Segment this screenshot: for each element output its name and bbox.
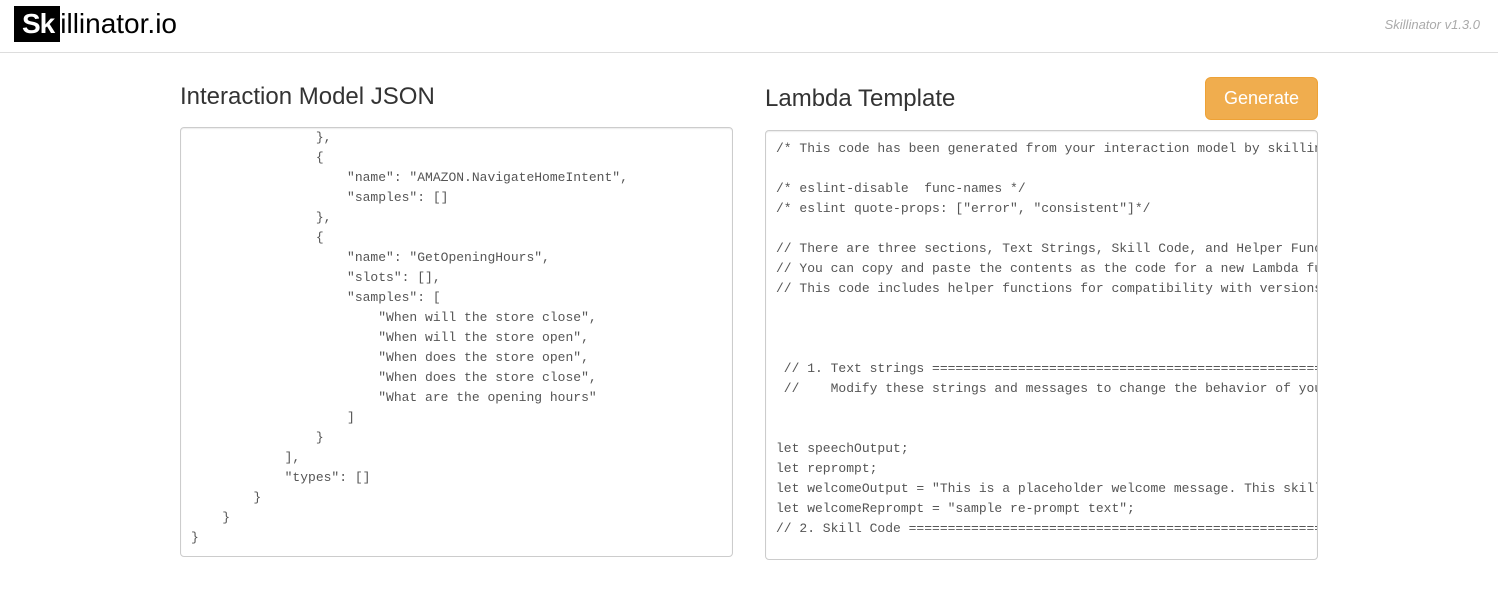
- right-column: Lambda Template Generate: [765, 77, 1318, 565]
- logo[interactable]: Skillinator.io: [14, 6, 177, 42]
- generate-button[interactable]: Generate: [1205, 77, 1318, 120]
- lambda-template-textarea[interactable]: [765, 130, 1318, 560]
- logo-prefix: Sk: [14, 6, 60, 42]
- logo-suffix: illinator.io: [60, 8, 177, 40]
- interaction-model-textarea[interactable]: [180, 127, 733, 557]
- left-column-header: Interaction Model JSON: [180, 77, 733, 117]
- right-column-header: Lambda Template Generate: [765, 77, 1318, 120]
- main-container: Interaction Model JSON Lambda Template G…: [0, 53, 1498, 585]
- header-bar: Skillinator.io Skillinator v1.3.0: [0, 0, 1498, 53]
- version-label: Skillinator v1.3.0: [1385, 17, 1480, 32]
- interaction-model-title: Interaction Model JSON: [180, 83, 435, 111]
- left-column: Interaction Model JSON: [180, 77, 733, 565]
- lambda-template-title: Lambda Template: [765, 85, 955, 113]
